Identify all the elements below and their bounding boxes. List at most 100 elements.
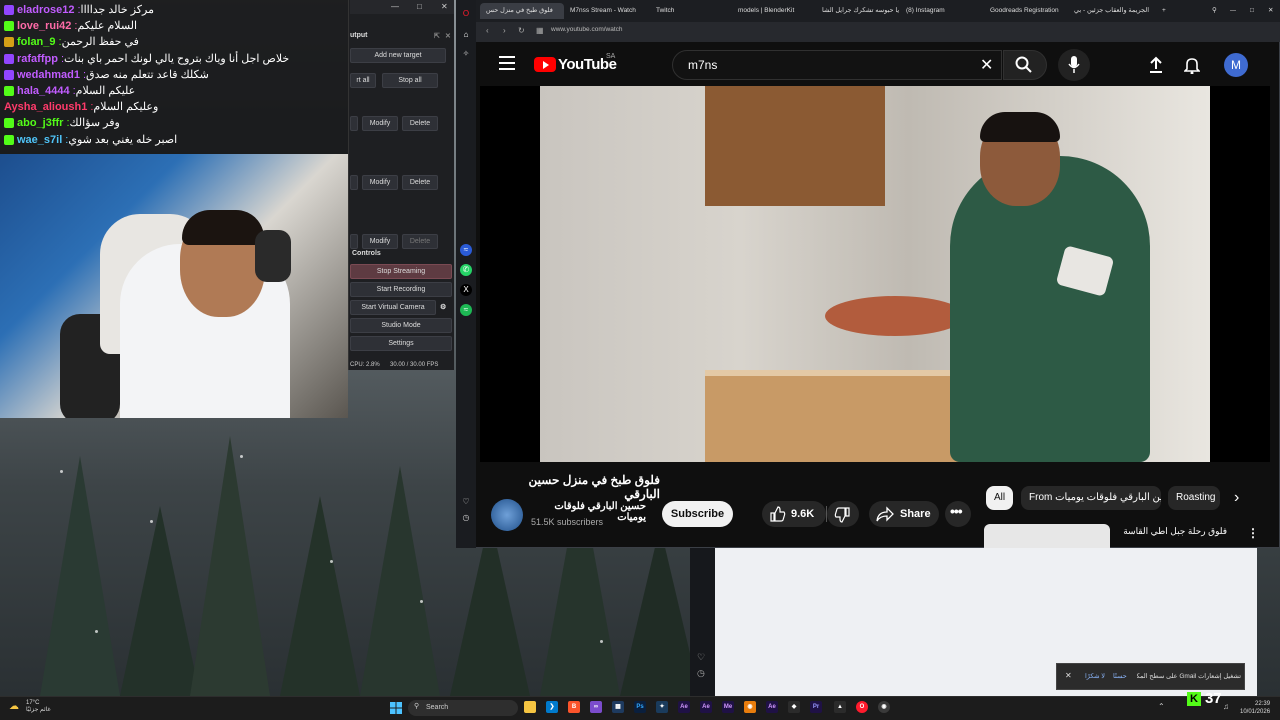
minimize-icon[interactable]: — bbox=[391, 2, 399, 11]
search-box[interactable] bbox=[672, 50, 1002, 80]
whatsapp-icon[interactable]: ✆ bbox=[460, 264, 472, 276]
add-target-button[interactable]: Add new target bbox=[350, 48, 446, 63]
tab-instagram[interactable]: (8) Instagram bbox=[900, 3, 984, 19]
search-icon[interactable]: ⚲ bbox=[1206, 3, 1218, 19]
obs-icon[interactable]: ◉ bbox=[878, 701, 890, 713]
opera-logo-icon[interactable]: O bbox=[460, 8, 472, 20]
tab-kick[interactable]: M7nss Stream - Watch bbox=[564, 3, 648, 19]
history-icon[interactable]: ◷ bbox=[697, 668, 705, 679]
close-icon[interactable]: ✕ bbox=[441, 2, 448, 11]
delete-button[interactable]: Delete bbox=[402, 116, 438, 131]
photoshop-icon[interactable]: Ps bbox=[634, 701, 646, 713]
channel-avatar[interactable] bbox=[491, 499, 523, 531]
minimize-icon[interactable]: — bbox=[1224, 3, 1236, 19]
target-toggle[interactable] bbox=[350, 234, 358, 249]
snowflake bbox=[150, 520, 153, 523]
hamburger-menu-icon[interactable] bbox=[499, 56, 515, 70]
toast-dismiss-button[interactable]: لا شكرًا bbox=[1085, 672, 1105, 680]
more-vertical-icon[interactable]: ⋮ bbox=[1247, 526, 1259, 540]
app-icon[interactable]: ◆ bbox=[788, 701, 800, 713]
maximize-icon[interactable]: □ bbox=[417, 2, 422, 11]
after-effects-icon[interactable]: Ae bbox=[766, 701, 778, 713]
tab-video[interactable]: فلوق طبخ في منزل حس bbox=[480, 3, 564, 19]
blender-icon[interactable]: ◉ bbox=[744, 701, 756, 713]
after-effects-icon[interactable]: Ae bbox=[700, 701, 712, 713]
pin-icon[interactable]: ✧ bbox=[460, 48, 472, 60]
search-input[interactable]: m7ns bbox=[688, 58, 717, 72]
media-encoder-icon[interactable]: Me bbox=[722, 701, 734, 713]
forward-icon[interactable]: › bbox=[503, 26, 506, 35]
after-effects-icon[interactable]: Ae bbox=[678, 701, 690, 713]
stop-streaming-button[interactable]: Stop Streaming bbox=[350, 264, 452, 279]
opera-icon[interactable]: O bbox=[856, 701, 868, 713]
clear-search-icon[interactable]: ✕ bbox=[980, 55, 993, 75]
target-toggle[interactable] bbox=[350, 116, 358, 131]
spotify-icon[interactable]: ≈ bbox=[460, 304, 472, 316]
chip-from-channel[interactable]: From حسين البارقي فلوقات يوميات bbox=[1021, 486, 1161, 510]
heart-icon[interactable]: ♡ bbox=[697, 652, 705, 663]
modify-button[interactable]: Modify bbox=[362, 234, 398, 249]
grid-icon[interactable]: ▦ bbox=[536, 26, 544, 35]
close-icon[interactable]: ✕ bbox=[1065, 671, 1072, 680]
subscribe-button[interactable]: Subscribe bbox=[662, 501, 733, 527]
app-icon[interactable]: ✦ bbox=[656, 701, 668, 713]
close-icon[interactable]: ✕ bbox=[1262, 3, 1274, 19]
chevron-up-icon[interactable]: ⌃ bbox=[1158, 702, 1165, 711]
chat-message: wedahmad1: شكلك قاعد تتعلم منه صدق bbox=[4, 67, 344, 83]
new-tab-icon[interactable]: + bbox=[1156, 3, 1170, 19]
settings-button[interactable]: Settings bbox=[350, 336, 452, 351]
start-recording-button[interactable]: Start Recording bbox=[350, 282, 452, 297]
tab-blenderkit[interactable]: models | BlenderKit bbox=[732, 3, 816, 19]
url-text[interactable]: www.youtube.com/watch bbox=[551, 26, 623, 33]
brave-icon[interactable]: B bbox=[568, 701, 580, 713]
account-avatar[interactable]: M bbox=[1224, 53, 1248, 77]
premiere-icon[interactable]: Pr bbox=[810, 701, 822, 713]
taskbar-search[interactable]: Search bbox=[408, 700, 518, 716]
terminal-icon[interactable]: ▦ bbox=[612, 701, 624, 713]
app-icon[interactable]: ▲ bbox=[834, 701, 846, 713]
weather-icon[interactable]: ☁ bbox=[9, 701, 19, 712]
system-clock[interactable]: 22:39 10/01/2026 bbox=[1240, 700, 1270, 716]
target-toggle[interactable] bbox=[350, 175, 358, 190]
modify-button[interactable]: Modify bbox=[362, 116, 398, 131]
home-icon[interactable]: ⌂ bbox=[460, 29, 472, 41]
upload-icon[interactable] bbox=[1148, 56, 1164, 74]
delete-button[interactable]: Delete bbox=[402, 234, 438, 249]
chip-all[interactable]: All bbox=[986, 486, 1014, 510]
tab-twitch[interactable]: Twitch bbox=[650, 3, 734, 19]
chip-roasting[interactable]: Roasting bbox=[1168, 486, 1220, 510]
x-icon[interactable]: X bbox=[460, 284, 472, 296]
video-title: فلوق طبخ في منزل حسين البارقي bbox=[528, 473, 660, 501]
windows-start-icon[interactable] bbox=[390, 702, 402, 714]
recommended-title[interactable]: فلوق رحلة جبل اطي القاسة bbox=[1117, 526, 1227, 537]
dock-icon[interactable]: ⇱ bbox=[434, 32, 440, 40]
heart-icon[interactable]: ♡ bbox=[460, 496, 472, 508]
back-icon[interactable]: ‹ bbox=[486, 26, 489, 35]
start-all-button[interactable]: rt all bbox=[350, 73, 376, 88]
tab-book[interactable]: الجريمة والعقاب جزئين - بي bbox=[1068, 3, 1152, 19]
volume-icon[interactable]: ♫ bbox=[1223, 702, 1229, 711]
file-explorer-icon[interactable] bbox=[524, 701, 536, 713]
start-virtual-camera-button[interactable]: Start Virtual Camera bbox=[350, 300, 436, 315]
gear-icon[interactable]: ⚙ bbox=[440, 303, 446, 311]
chevron-right-icon[interactable]: › bbox=[1234, 489, 1239, 507]
vscode-icon[interactable]: ❯ bbox=[546, 701, 558, 713]
tab-goodreads[interactable]: Goodreads Registration bbox=[984, 3, 1068, 19]
history-icon[interactable]: ◷ bbox=[460, 512, 472, 524]
stop-all-button[interactable]: Stop all bbox=[382, 73, 438, 88]
notifications-bell-icon[interactable] bbox=[1184, 56, 1200, 74]
studio-mode-button[interactable]: Studio Mode bbox=[350, 318, 452, 333]
delete-button[interactable]: Delete bbox=[402, 175, 438, 190]
messenger-icon[interactable]: ≈ bbox=[460, 244, 472, 256]
wallpaper-tree bbox=[190, 436, 270, 696]
toast-ok-button[interactable]: حسنًا bbox=[1113, 672, 1127, 680]
recommended-thumbnail[interactable] bbox=[984, 524, 1110, 548]
visual-studio-icon[interactable]: ∞ bbox=[590, 701, 602, 713]
reload-icon[interactable]: ↻ bbox=[518, 26, 525, 35]
maximize-icon[interactable]: □ bbox=[1244, 3, 1256, 19]
close-icon[interactable]: ✕ bbox=[445, 32, 451, 40]
tab-chat[interactable]: يا حبوسه تشكرك جرايل الشا bbox=[816, 3, 900, 19]
weather-widget[interactable]: 17°C غائم جزئيًا bbox=[26, 700, 51, 714]
fps-readout: 30.00 / 30.00 FPS bbox=[390, 362, 439, 368]
modify-button[interactable]: Modify bbox=[362, 175, 398, 190]
